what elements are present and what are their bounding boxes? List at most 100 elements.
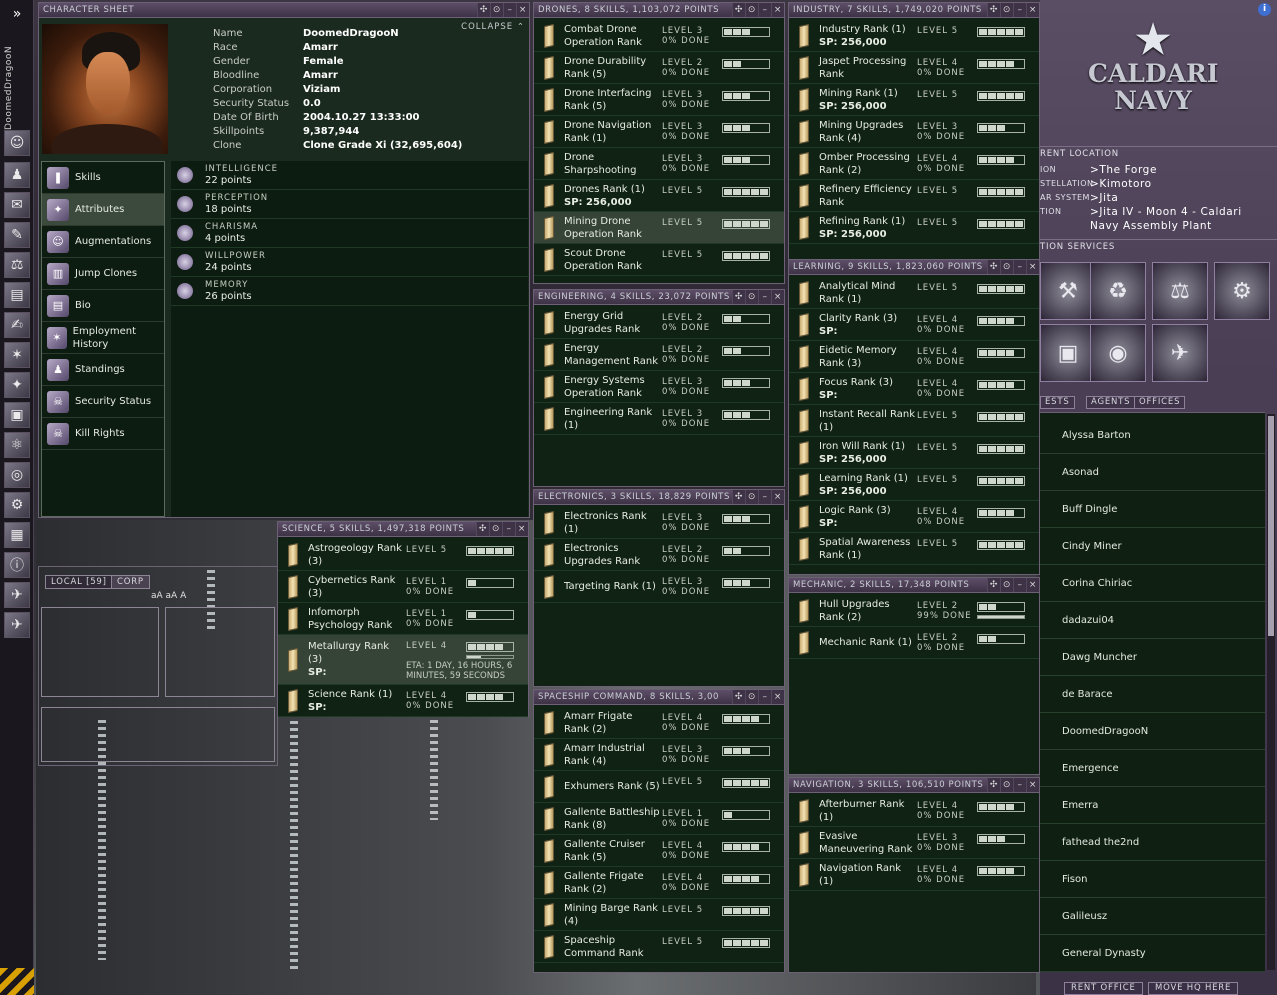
- skill-row[interactable]: Learning Rank (1) SP: 256,000 LEVEL 5: [789, 469, 1039, 501]
- nav-item-attributes[interactable]: ✦ Attributes: [42, 194, 164, 226]
- nav-item-standings[interactable]: ♟ Standings: [42, 354, 164, 386]
- skill-row[interactable]: Industry Rank (1) SP: 256,000 LEVEL 5: [789, 20, 1039, 52]
- skill-row[interactable]: Electronics Rank (1) LEVEL 3 0% DONE: [534, 507, 784, 539]
- options-icon[interactable]: ⊙: [745, 290, 758, 304]
- minimize-icon[interactable]: –: [758, 3, 771, 17]
- guest-row[interactable]: DoomedDragooN: [1040, 713, 1265, 750]
- guest-row[interactable]: de Barace: [1040, 676, 1265, 713]
- minimize-icon[interactable]: –: [1013, 260, 1026, 274]
- minimize-icon[interactable]: –: [758, 690, 771, 704]
- tab-offices[interactable]: OFFICES: [1134, 396, 1186, 409]
- pin-icon[interactable]: ✣: [987, 3, 1000, 17]
- skill-row[interactable]: Energy Systems Operation Rank LEVEL 3 0% D…: [534, 371, 784, 403]
- minimize-icon[interactable]: –: [503, 3, 516, 17]
- guest-row[interactable]: dadazui04: [1040, 602, 1265, 639]
- help-icon[interactable]: ◎: [4, 462, 30, 488]
- location-value[interactable]: >Kimotoro: [1090, 177, 1152, 191]
- skill-row[interactable]: Gallente Frigate Rank (2) LEVEL 4 0% DONE: [534, 867, 784, 899]
- skill-row[interactable]: Eidetic Memory Rank (3) LEVEL 4 0% DONE: [789, 341, 1039, 373]
- skill-row[interactable]: Omber Processing Rank (2) LEVEL 4 0% DONE: [789, 148, 1039, 180]
- close-icon[interactable]: ×: [515, 522, 528, 536]
- contracts-icon[interactable]: ✍: [4, 312, 30, 338]
- options-icon[interactable]: ⊙: [745, 690, 758, 704]
- skill-row[interactable]: Engineering Rank (1) LEVEL 3 0% DONE: [534, 403, 784, 435]
- fitting-service-icon[interactable]: ⚙: [1214, 262, 1270, 320]
- repairshop-icon[interactable]: ⚒: [1040, 262, 1096, 320]
- tab-guests[interactable]: ESTS: [1040, 396, 1075, 409]
- pin-icon[interactable]: ✣: [987, 778, 1000, 792]
- guest-row[interactable]: Corina Chiriac: [1040, 565, 1265, 602]
- minimize-icon[interactable]: –: [502, 522, 515, 536]
- market-icon[interactable]: ⚖: [4, 252, 30, 278]
- close-icon[interactable]: ×: [771, 690, 784, 704]
- close-icon[interactable]: ×: [771, 3, 784, 17]
- journal-icon[interactable]: ▦: [4, 522, 30, 548]
- skill-row[interactable]: Amarr Frigate Rank (2) LEVEL 4 0% DONE: [534, 707, 784, 739]
- market-service-icon[interactable]: ⚖: [1152, 262, 1208, 320]
- notepad-icon[interactable]: ✎: [4, 222, 30, 248]
- guest-row[interactable]: Emergence: [1040, 750, 1265, 787]
- chat-input[interactable]: [41, 707, 275, 762]
- minimize-icon[interactable]: –: [1013, 578, 1026, 592]
- clone-bay-icon[interactable]: ▣: [1040, 324, 1096, 382]
- pin-icon[interactable]: ✣: [477, 3, 490, 17]
- collapse-button[interactable]: COLLAPSE ⌃: [461, 22, 525, 32]
- options-icon[interactable]: ⊙: [745, 490, 758, 504]
- minimize-icon[interactable]: –: [758, 290, 771, 304]
- info-icon[interactable]: i: [1258, 3, 1271, 16]
- skill-row[interactable]: Evasive Maneuvering Rank LEVEL 3 0% DONE: [789, 827, 1039, 859]
- tab-corp[interactable]: CORP: [111, 575, 150, 589]
- skill-row[interactable]: Focus Rank (3) SP: LEVEL 4 0% DONE: [789, 373, 1039, 405]
- pin-icon[interactable]: ✣: [732, 290, 745, 304]
- close-icon[interactable]: ×: [1026, 260, 1039, 274]
- nav-item-employment-history[interactable]: ✶ Employment History: [42, 322, 164, 354]
- starmap-icon[interactable]: ✦: [4, 372, 30, 398]
- guest-row[interactable]: Asonad: [1040, 454, 1265, 491]
- guest-row[interactable]: General Dynasty: [1040, 935, 1265, 972]
- skill-row[interactable]: Mining Upgrades Rank (4) LEVEL 3 0% DONE: [789, 116, 1039, 148]
- skill-row[interactable]: Energy Management Rank LEVEL 2 0% DONE: [534, 339, 784, 371]
- font-size-control[interactable]: aA aA A: [151, 591, 186, 601]
- cargo-icon[interactable]: ▣: [4, 402, 30, 428]
- skill-row[interactable]: Instant Recall Rank (1) LEVEL 5: [789, 405, 1039, 437]
- expand-icon[interactable]: »: [0, 0, 34, 30]
- guest-row[interactable]: Emerra: [1040, 787, 1265, 824]
- close-icon[interactable]: ×: [1026, 578, 1039, 592]
- location-value[interactable]: >Jita: [1090, 191, 1118, 205]
- guest-row[interactable]: Fison: [1040, 861, 1265, 898]
- skill-row[interactable]: Drone Interfacing Rank (5) LEVEL 3 0% DONE: [534, 84, 784, 116]
- guest-row[interactable]: fathead the2nd: [1040, 824, 1265, 861]
- skill-row[interactable]: Hull Upgrades Rank (2) LEVEL 2 99% DONE: [789, 595, 1039, 627]
- skill-row[interactable]: Science Rank (1) SP: LEVEL 4 0% DONE: [278, 685, 528, 717]
- rent-office-button[interactable]: RENT OFFICE: [1064, 982, 1143, 995]
- skill-row[interactable]: Refining Rank (1) SP: 256,000 LEVEL 5: [789, 212, 1039, 244]
- pin-icon[interactable]: ✣: [732, 490, 745, 504]
- guest-row[interactable]: Galileusz: [1040, 898, 1265, 935]
- nav-item-security-status[interactable]: ☠ Security Status: [42, 386, 164, 418]
- nav-item-skills[interactable]: ❚ Skills: [42, 162, 164, 194]
- people-icon[interactable]: ♟: [4, 162, 30, 188]
- guest-list-scrollbar[interactable]: [1267, 414, 1275, 970]
- close-icon[interactable]: ×: [516, 3, 529, 17]
- skill-row[interactable]: Navigation Rank (1) LEVEL 4 0% DONE: [789, 859, 1039, 891]
- skill-row[interactable]: Astrogeology Rank (3) LEVEL 5: [278, 539, 528, 571]
- skill-row[interactable]: Mining Drone Operation Rank LEVEL 5: [534, 212, 784, 244]
- pin-icon[interactable]: ✣: [732, 690, 745, 704]
- info-icon[interactable]: ⓘ: [4, 552, 30, 578]
- options-icon[interactable]: ⊙: [1000, 778, 1013, 792]
- ship-hangar-icon[interactable]: ✈: [1152, 324, 1208, 382]
- skill-row[interactable]: Spatial Awareness Rank (1) LEVEL 5: [789, 533, 1039, 565]
- minimize-icon[interactable]: –: [1013, 3, 1026, 17]
- skill-row[interactable]: Combat Drone Operation Rank LEVEL 3 0% DON…: [534, 20, 784, 52]
- skill-row[interactable]: Scout Drone Operation Rank LEVEL 5: [534, 244, 784, 276]
- skill-row[interactable]: Drone Sharpshooting LEVEL 3 0% DONE: [534, 148, 784, 180]
- minimize-icon[interactable]: –: [758, 490, 771, 504]
- skill-row[interactable]: Amarr Industrial Rank (4) LEVEL 3 0% DONE: [534, 739, 784, 771]
- skill-row[interactable]: Mechanic Rank (1) LEVEL 2 0% DONE: [789, 627, 1039, 659]
- assets-icon[interactable]: ▤: [4, 282, 30, 308]
- nav-item-bio[interactable]: ▤ Bio: [42, 290, 164, 322]
- skill-row[interactable]: Logic Rank (3) SP: LEVEL 4 0% DONE: [789, 501, 1039, 533]
- skill-row[interactable]: Gallente Battleship Rank (8) LEVEL 1 0% DO…: [534, 803, 784, 835]
- skill-row[interactable]: Clarity Rank (3) SP: LEVEL 4 0% DONE: [789, 309, 1039, 341]
- options-icon[interactable]: ⊙: [490, 3, 503, 17]
